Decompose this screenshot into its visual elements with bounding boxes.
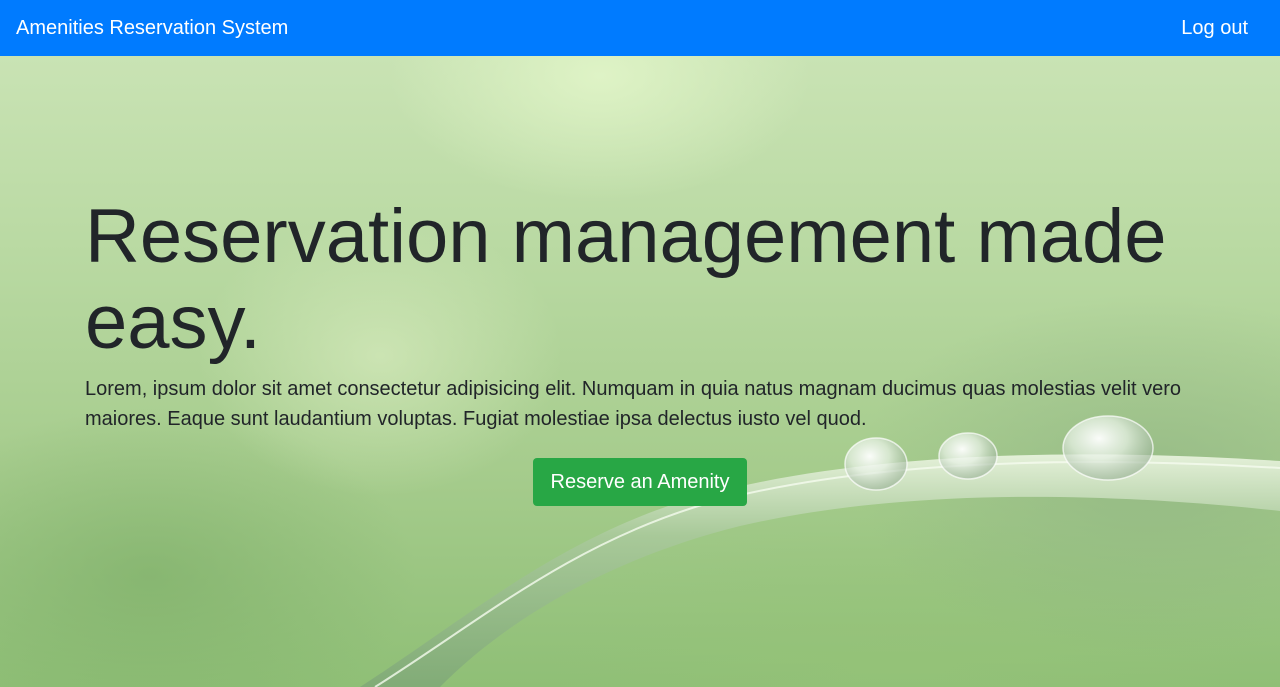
reserve-amenity-button[interactable]: Reserve an Amenity bbox=[533, 458, 747, 506]
top-navbar: Amenities Reservation System Log out bbox=[0, 0, 1280, 56]
brand-link[interactable]: Amenities Reservation System bbox=[16, 18, 288, 38]
grass-droplets-background-image bbox=[360, 415, 1280, 687]
hero-lead-text: Lorem, ipsum dolor sit amet consectetur … bbox=[85, 378, 1182, 430]
hero-headline: Reservation management made easy. bbox=[85, 194, 1167, 365]
logout-link[interactable]: Log out bbox=[1181, 18, 1248, 38]
hero-section: Reservation management made easy. Lorem,… bbox=[0, 56, 1280, 687]
